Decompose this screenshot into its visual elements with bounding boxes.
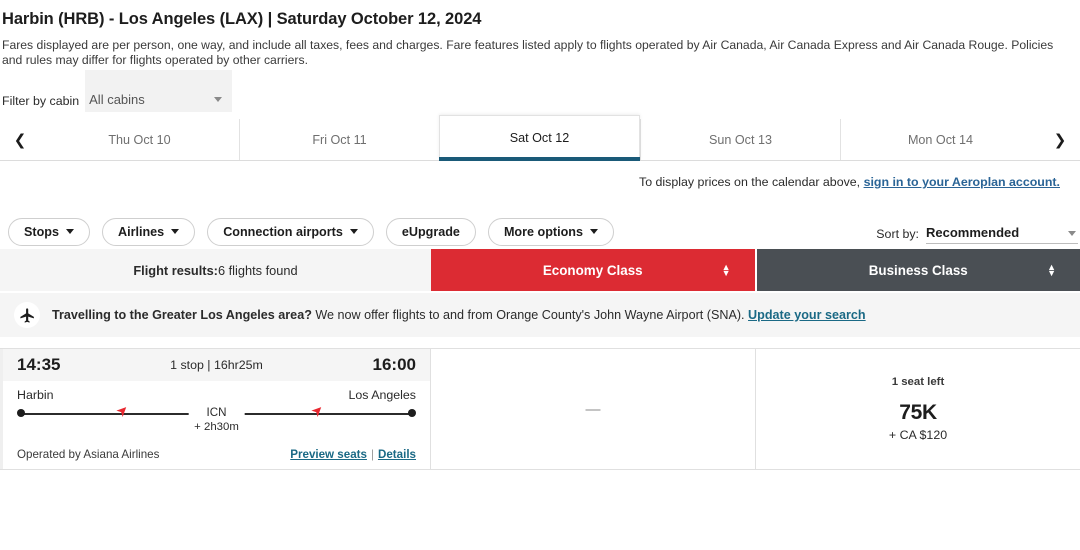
flight-links: Preview seats | Details — [290, 448, 416, 461]
filter-pill-label: More options — [503, 224, 583, 239]
date-tab-thu-oct-10[interactable]: Thu Oct 10 — [40, 119, 239, 160]
economy-class-column-header[interactable]: Economy Class ▲ ▼ — [431, 249, 755, 291]
business-cash-price: + CA $120 — [888, 428, 948, 442]
date-tab-label: Sun Oct 13 — [708, 132, 772, 147]
date-selector-strip: ❮ Thu Oct 10 Fri Oct 11 Sat Oct 12 Sun O… — [0, 115, 1080, 161]
chevron-down-icon — [590, 229, 598, 234]
sort-control: Sort by: Recommended — [876, 220, 1080, 244]
notice-regular-text: We now offer flights to and from Orange … — [311, 308, 749, 322]
sort-by-select[interactable]: Recommended — [926, 220, 1078, 244]
chevron-down-icon — [1068, 230, 1076, 236]
page-title: Harbin (HRB) - Los Angeles (LAX) | Satur… — [2, 10, 482, 28]
operated-by-text: Operated by Asiana Airlines — [17, 448, 160, 461]
origin-city: Harbin — [17, 388, 54, 402]
date-tab-sat-oct-12[interactable]: Sat Oct 12 — [439, 115, 640, 161]
sort-updown-icon: ▲ ▼ — [1047, 262, 1056, 278]
flight-results-count: Flight results: 6 flights found — [0, 249, 431, 291]
filter-more-options-button[interactable]: More options — [487, 217, 614, 246]
date-tab-label: Sat Oct 12 — [509, 131, 570, 145]
date-tab-label: Mon Oct 14 — [907, 132, 974, 147]
cabin-filter-value: All cabins — [89, 92, 145, 107]
date-tab-label: Thu Oct 10 — [108, 132, 171, 147]
layover-duration: + 2h30m — [194, 421, 239, 433]
previous-dates-button[interactable]: ❮ — [0, 119, 40, 160]
airplane-marker-icon: ➤ — [112, 401, 133, 421]
layover-label: ICN + 2h30m — [188, 406, 245, 434]
destination-city: Los Angeles — [348, 388, 416, 402]
flight-results-label: Flight results: — [133, 262, 218, 278]
notice-bold-text: Travelling to the Greater Los Angeles ar… — [52, 308, 312, 322]
filter-pill-label: Connection airports — [223, 224, 343, 239]
results-header-bar: Flight results: 6 flights found Economy C… — [0, 249, 1080, 291]
chevron-down-icon — [65, 229, 74, 234]
flight-footer: Operated by Asiana Airlines Preview seat… — [3, 448, 430, 469]
aeroplan-note-text: To display prices on the calendar above, — [639, 175, 864, 189]
chevron-down-icon — [214, 97, 223, 102]
cabin-filter-label: Filter by cabin — [2, 94, 80, 108]
economy-price-cell[interactable]: — — [431, 349, 756, 469]
departure-time: 14:35 — [17, 355, 61, 374]
route-diagram: ➤ ➤ ICN + 2h30m — [17, 401, 416, 434]
flight-detail-cell: 14:35 1 stop | 16hr25m 16:00 Harbin Los … — [0, 349, 431, 469]
sort-updown-icon: ▲ ▼ — [721, 262, 731, 278]
flight-results-value: 6 flights found — [217, 262, 298, 278]
sort-by-label: Sort by: — [876, 226, 919, 241]
economy-unavailable: — — [585, 400, 601, 418]
date-tab-label: Fri Oct 11 — [312, 132, 367, 147]
cabin-filter-select[interactable]: All cabins — [85, 70, 233, 112]
sort-by-value: Recommended — [926, 224, 1020, 240]
date-tab-fri-oct-11[interactable]: Fri Oct 11 — [239, 119, 439, 160]
filter-eupgrade-button[interactable]: eUpgrade — [385, 217, 476, 246]
aeroplan-signin-link[interactable]: sign in to your Aeroplan account. — [864, 175, 1060, 189]
business-class-label: Business Class — [868, 262, 968, 278]
stops-and-duration: 1 stop | 16hr25m — [170, 358, 263, 372]
economy-class-label: Economy Class — [542, 262, 643, 278]
update-your-search-link[interactable]: Update your search — [748, 308, 866, 322]
business-price-cell[interactable]: 1 seat left 75K + CA $120 — [756, 349, 1080, 469]
filter-pill-label: eUpgrade — [401, 224, 460, 239]
flight-times-strip: 14:35 1 stop | 16hr25m 16:00 — [3, 349, 430, 381]
fare-disclaimer: Fares displayed are per person, one way,… — [2, 38, 1054, 67]
flight-result-row[interactable]: 14:35 1 stop | 16hr25m 16:00 Harbin Los … — [0, 348, 1080, 470]
filter-pill-label: Stops — [24, 224, 59, 239]
business-class-column-header[interactable]: Business Class ▲ ▼ — [756, 249, 1080, 291]
airplane-marker-icon: ➤ — [308, 401, 328, 421]
next-dates-button[interactable]: ❯ — [1040, 119, 1080, 160]
cabin-filter-row: Filter by cabin All cabins — [0, 68, 1080, 112]
link-divider: | — [370, 448, 374, 461]
origin-dot-icon — [17, 409, 25, 417]
filters-row: Stops Airlines Connection airports eUpgr… — [0, 189, 1080, 249]
destination-dot-icon — [408, 409, 416, 417]
filter-pill-label: Airlines — [117, 224, 165, 239]
filter-stops-button[interactable]: Stops — [8, 217, 90, 246]
date-tab-sun-oct-13[interactable]: Sun Oct 13 — [640, 119, 840, 160]
flight-route-body: Harbin Los Angeles ➤ ➤ ICN + 2h30m — [3, 381, 430, 448]
business-points-price: 75K — [899, 401, 937, 424]
chevron-down-icon — [171, 229, 180, 234]
date-tabs: Thu Oct 10 Fri Oct 11 Sat Oct 12 Sun Oct… — [40, 115, 1040, 161]
date-tab-mon-oct-14[interactable]: Mon Oct 14 — [840, 119, 1040, 160]
layover-airport-code: ICN — [206, 406, 227, 419]
flight-cities: Harbin Los Angeles — [17, 388, 416, 402]
filter-connection-airports-button[interactable]: Connection airports — [207, 217, 374, 246]
seats-left-badge: 1 seat left — [891, 376, 945, 388]
filter-airlines-button[interactable]: Airlines — [101, 217, 196, 246]
los-angeles-area-notice: Travelling to the Greater Los Angeles ar… — [0, 293, 1080, 337]
details-link[interactable]: Details — [378, 448, 416, 461]
airplane-icon — [14, 302, 40, 328]
chevron-down-icon — [349, 229, 358, 234]
notice-text: Travelling to the Greater Los Angeles ar… — [52, 308, 866, 322]
aeroplan-signin-note: To display prices on the calendar above,… — [0, 161, 1080, 189]
preview-seats-link[interactable]: Preview seats — [290, 448, 367, 461]
arrival-time: 16:00 — [372, 355, 416, 374]
